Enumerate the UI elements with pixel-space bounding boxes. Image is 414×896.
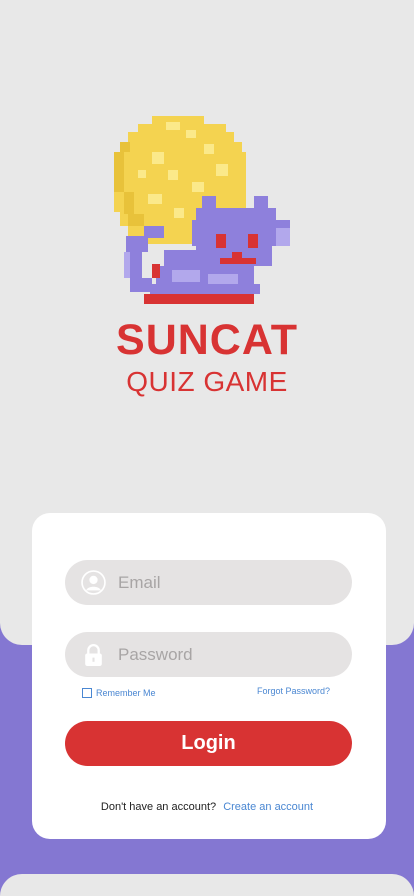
app-subtitle: QUIZ GAME [126,366,288,397]
signup-prompt: Don't have an account? [100,801,217,813]
user-avatar-icon [81,570,106,595]
email-field[interactable]: Email [65,560,352,605]
email-placeholder: Email [118,573,161,592]
create-account-link[interactable]: Create an account [223,801,313,813]
login-button[interactable]: Login [65,721,352,766]
remember-me[interactable]: Remember Me [82,686,156,700]
signup-row: Don't have an account? Create an account [0,801,414,813]
remember-me-checkbox[interactable] [82,688,92,698]
forgot-password-link[interactable]: Forgot Password? [257,686,330,696]
padlock-icon [85,644,102,666]
password-field[interactable]: Password [65,632,352,677]
bottom-panel [0,874,414,896]
password-placeholder: Password [118,645,193,664]
suncat-logo [114,116,290,304]
app-title: SUNCAT [116,316,298,364]
remember-me-label: Remember Me [96,688,156,698]
